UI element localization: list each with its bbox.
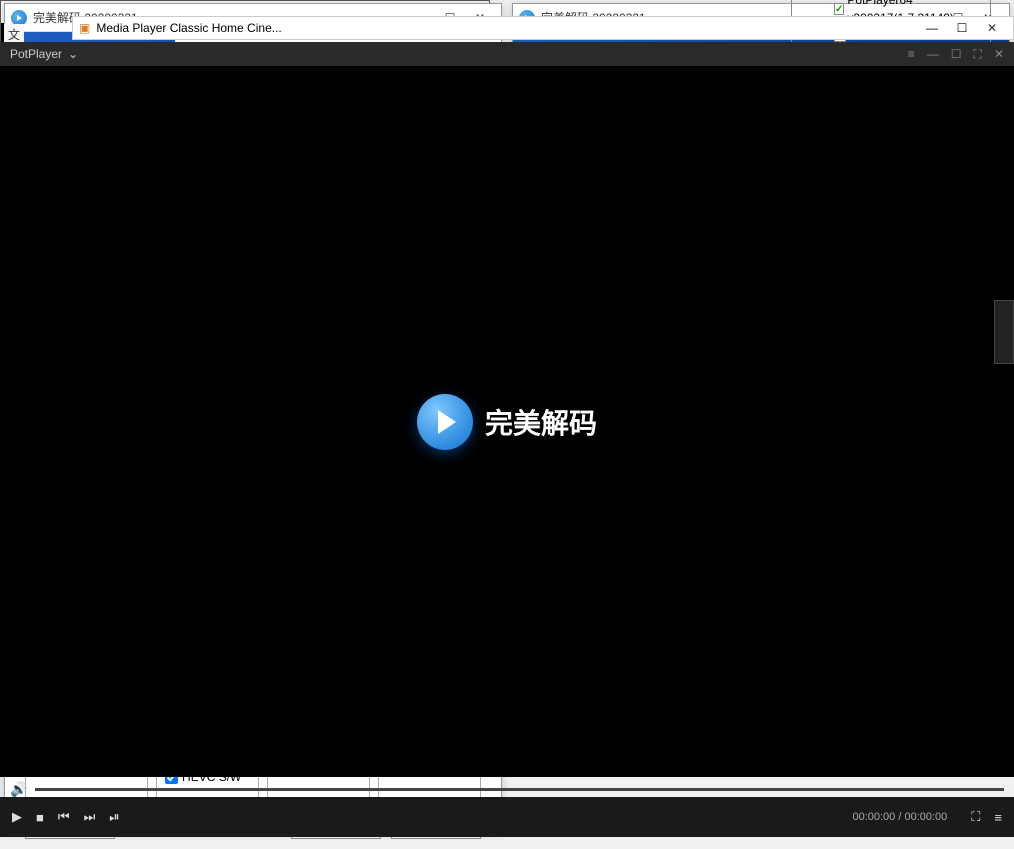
video-area[interactable]: 完美解码 [0, 66, 1014, 777]
progress-bar[interactable]: 🔊 [10, 781, 1004, 797]
brand-name: 完美解码 [485, 402, 597, 442]
pin-icon[interactable]: ≡ [908, 47, 915, 62]
mpc-hc-titlebar[interactable]: ▣ Media Player Classic Home Cine... — ☐ … [72, 16, 1014, 40]
step-button[interactable]: ⏯ [109, 809, 119, 825]
side-panel[interactable] [994, 300, 1014, 364]
volume-track[interactable] [35, 788, 1004, 791]
potplayer-titlebar[interactable]: PotPlayer ⌄ ≡ — ☐ ⛶ ✕ [0, 42, 1014, 66]
play-button[interactable]: ▶ [12, 809, 22, 825]
close-button[interactable]: ✕ [994, 47, 1004, 62]
next-button[interactable]: ⏭ [84, 809, 96, 825]
fullscreen-button[interactable]: ⛶ [974, 47, 982, 62]
media-player-window: ▣ MPC-BE 文 ▣ Media Player Classic Home C… [0, 0, 490, 430]
close-button[interactable]: ✕ [977, 21, 1007, 35]
maximize-button[interactable]: ☐ [947, 21, 977, 35]
minimize-button[interactable]: — [927, 47, 939, 62]
prev-button[interactable]: ⏮ [58, 809, 70, 825]
maximize-button[interactable]: ☐ [951, 47, 962, 62]
time-display: 00:00:00 / 00:00:00 [852, 811, 947, 823]
potplayer-title: PotPlayer [10, 47, 62, 61]
player-controls: ▶ ■ ⏮ ⏭ ⏯ 00:00:00 / 00:00:00 ⛶ ≡ [0, 797, 1014, 837]
stop-button[interactable]: ■ [36, 810, 44, 825]
mpc-hc-icon: ▣ [79, 21, 90, 35]
dropdown-icon[interactable]: ⌄ [68, 47, 78, 61]
fullscreen-icon[interactable]: ⛶ [971, 809, 980, 825]
checkbox[interactable] [834, 3, 844, 15]
play-icon [417, 394, 473, 450]
volume-icon[interactable]: 🔊 [10, 781, 27, 798]
minimize-button[interactable]: — [917, 21, 947, 35]
mpc-hc-title: Media Player Classic Home Cine... [96, 21, 281, 35]
menu-icon[interactable]: ≡ [994, 810, 1002, 825]
